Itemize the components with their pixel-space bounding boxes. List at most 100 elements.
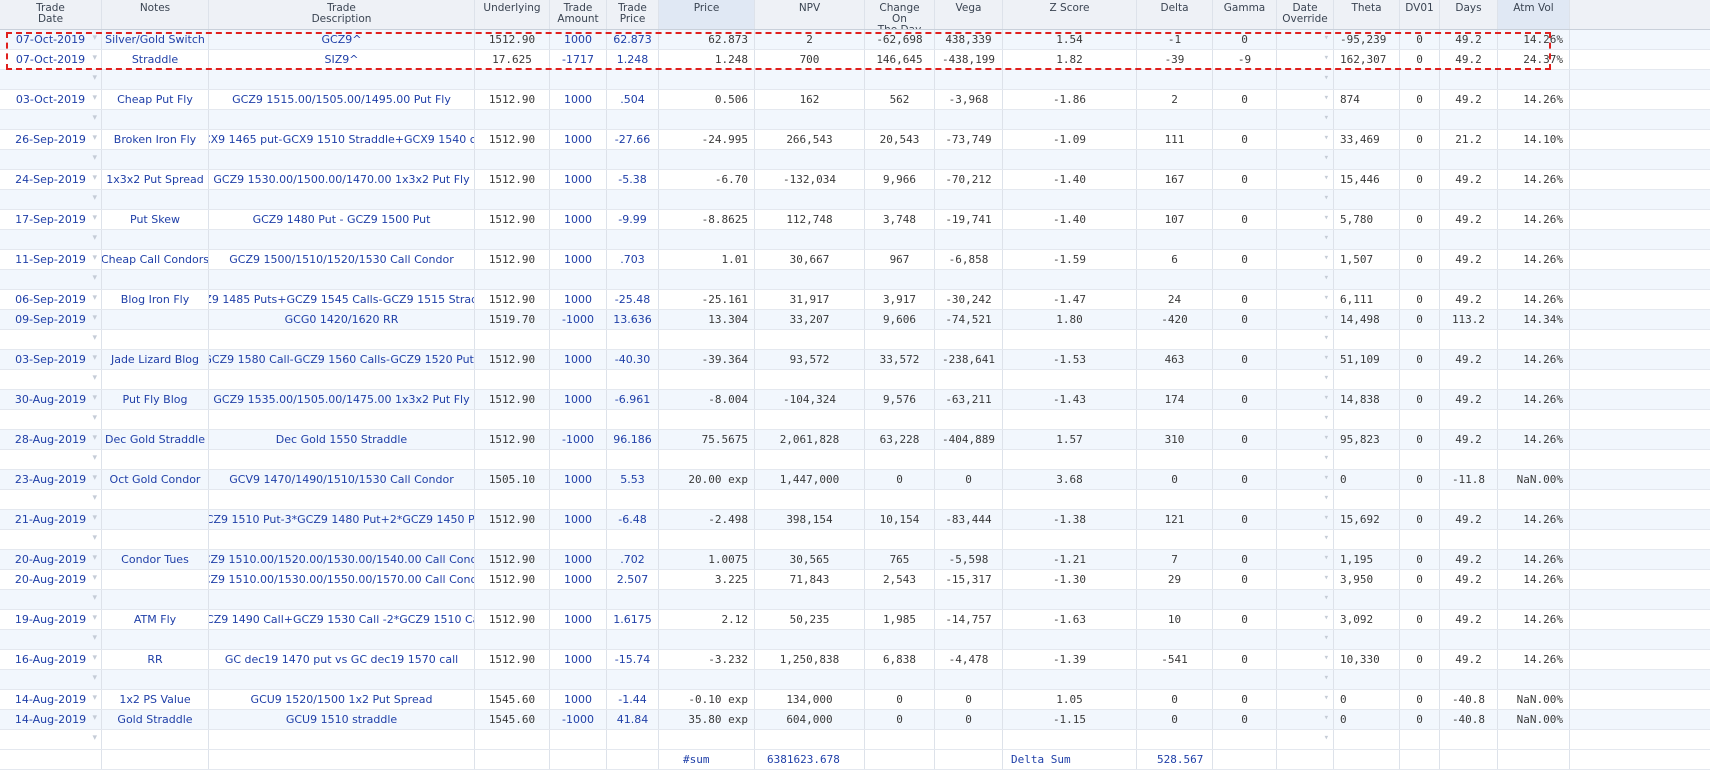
cell-change-on-day[interactable]: 765 <box>865 550 935 569</box>
cell-underlying[interactable] <box>475 270 550 289</box>
cell-date-override[interactable] <box>1277 310 1334 329</box>
cell-change-on-day[interactable] <box>865 270 935 289</box>
cell-trade-date[interactable]: 03-Oct-2019 <box>0 90 102 109</box>
cell-gamma[interactable]: 0 <box>1213 510 1277 529</box>
cell-vega[interactable] <box>935 230 1003 249</box>
cell-trade-description[interactable] <box>209 590 475 609</box>
empty-row[interactable] <box>0 630 1710 650</box>
cell-change-on-day[interactable] <box>865 110 935 129</box>
cell-change-on-day[interactable] <box>865 450 935 469</box>
cell-trade-amount[interactable]: 1000 <box>550 90 607 109</box>
table-row[interactable]: 06-Sep-2019Blog Iron FlyGCZ9 1485 Puts+G… <box>0 290 1710 310</box>
column-header-delta[interactable]: Delta <box>1137 0 1213 29</box>
cell-theta[interactable] <box>1334 330 1400 349</box>
table-row[interactable]: 14-Aug-20191x2 PS ValueGCU9 1520/1500 1x… <box>0 690 1710 710</box>
cell-trade-amount[interactable] <box>550 230 607 249</box>
cell-trade-price[interactable]: .504 <box>607 90 659 109</box>
cell-notes[interactable]: 1x3x2 Put Spread <box>102 170 209 189</box>
cell-underlying[interactable] <box>475 410 550 429</box>
cell-gamma[interactable]: 0 <box>1213 90 1277 109</box>
cell-z-score[interactable]: -1.59 <box>1003 250 1137 269</box>
cell-z-score[interactable]: -1.47 <box>1003 290 1137 309</box>
cell-delta[interactable] <box>1137 150 1213 169</box>
cell-trade-price[interactable]: 5.53 <box>607 470 659 489</box>
cell-npv[interactable] <box>755 670 865 689</box>
cell-trade-date[interactable]: 07-Oct-2019 <box>0 50 102 69</box>
cell-trade-price[interactable]: 2.507 <box>607 570 659 589</box>
cell-dv01[interactable]: 0 <box>1400 170 1440 189</box>
column-header-trade-price[interactable]: Trade Price <box>607 0 659 29</box>
cell-date-override[interactable] <box>1277 30 1334 49</box>
cell-notes[interactable]: ATM Fly <box>102 610 209 629</box>
cell-trade-description[interactable]: GCZ9 1485 Puts+GCZ9 1545 Calls-GCZ9 1515… <box>209 290 475 309</box>
cell-dv01[interactable]: 0 <box>1400 30 1440 49</box>
column-header-price[interactable]: Price <box>659 0 755 29</box>
cell-gamma[interactable] <box>1213 410 1277 429</box>
column-header-z-score[interactable]: Z Score <box>1003 0 1137 29</box>
cell-trade-description[interactable]: GCZ9 1500/1510/1520/1530 Call Condor <box>209 250 475 269</box>
cell-date-override[interactable] <box>1277 230 1334 249</box>
cell-trade-price[interactable]: 41.84 <box>607 710 659 729</box>
cell-trade-price[interactable]: 96.186 <box>607 430 659 449</box>
cell-underlying[interactable] <box>475 730 550 749</box>
cell-trade-description[interactable]: Dec Gold 1550 Straddle <box>209 430 475 449</box>
cell-change-on-day[interactable] <box>865 190 935 209</box>
cell-trade-description[interactable]: GCZ9 1480 Put - GCZ9 1500 Put <box>209 210 475 229</box>
cell-days[interactable]: 21.2 <box>1440 130 1498 149</box>
cell-npv[interactable] <box>755 190 865 209</box>
cell-npv[interactable]: 2 <box>755 30 865 49</box>
cell-trade-description[interactable]: GCZ9 1510.00/1520.00/1530.00/1540.00 Cal… <box>209 550 475 569</box>
cell-trade-date[interactable] <box>0 330 102 349</box>
cell-trade-description[interactable]: GCZ9 1580 Call-GCZ9 1560 Calls-GCZ9 1520… <box>209 350 475 369</box>
cell-trade-amount[interactable]: 1000 <box>550 390 607 409</box>
cell-npv[interactable]: 134,000 <box>755 690 865 709</box>
cell-vega[interactable]: -83,444 <box>935 510 1003 529</box>
cell-change-on-day[interactable]: 63,228 <box>865 430 935 449</box>
cell-date-override[interactable] <box>1277 390 1334 409</box>
cell-dv01[interactable]: 0 <box>1400 310 1440 329</box>
cell-days[interactable] <box>1440 230 1498 249</box>
cell-days[interactable]: 49.2 <box>1440 30 1498 49</box>
table-row[interactable]: 21-Aug-2019 GCZ9 1510 Put-3*GCZ9 1480 Put… <box>0 510 1710 530</box>
cell-dv01[interactable] <box>1400 230 1440 249</box>
cell-trade-date[interactable] <box>0 530 102 549</box>
cell-dv01[interactable]: 0 <box>1400 690 1440 709</box>
cell-underlying[interactable]: 1512.90 <box>475 510 550 529</box>
cell-theta[interactable]: -95,239 <box>1334 30 1400 49</box>
cell-trade-amount[interactable]: 1000 <box>550 210 607 229</box>
cell-trade-description[interactable] <box>209 530 475 549</box>
cell-days[interactable] <box>1440 110 1498 129</box>
cell-vega[interactable] <box>935 330 1003 349</box>
cell-days[interactable]: 49.2 <box>1440 610 1498 629</box>
cell-npv[interactable] <box>755 110 865 129</box>
cell-change-on-day[interactable]: 0 <box>865 710 935 729</box>
cell-trade-amount[interactable] <box>550 730 607 749</box>
cell-underlying[interactable] <box>475 490 550 509</box>
cell-trade-amount[interactable]: -1000 <box>550 430 607 449</box>
cell-delta[interactable]: 29 <box>1137 570 1213 589</box>
table-row[interactable]: 20-Aug-2019Condor TuesGCZ9 1510.00/1520.… <box>0 550 1710 570</box>
cell-gamma[interactable]: 0 <box>1213 210 1277 229</box>
cell-npv[interactable]: 1,250,838 <box>755 650 865 669</box>
cell-z-score[interactable] <box>1003 110 1137 129</box>
cell-z-score[interactable] <box>1003 330 1137 349</box>
cell-days[interactable]: 49.2 <box>1440 90 1498 109</box>
cell-z-score[interactable] <box>1003 370 1137 389</box>
cell-vega[interactable]: -30,242 <box>935 290 1003 309</box>
cell-z-score[interactable]: -1.30 <box>1003 570 1137 589</box>
cell-theta[interactable] <box>1334 590 1400 609</box>
cell-underlying[interactable]: 17.625 <box>475 50 550 69</box>
cell-days[interactable] <box>1440 670 1498 689</box>
cell-trade-price[interactable] <box>607 150 659 169</box>
cell-trade-price[interactable]: 62.873 <box>607 30 659 49</box>
cell-underlying[interactable] <box>475 330 550 349</box>
cell-npv[interactable] <box>755 530 865 549</box>
cell-trade-price[interactable]: 13.636 <box>607 310 659 329</box>
cell-delta[interactable] <box>1137 330 1213 349</box>
cell-trade-amount[interactable]: -1000 <box>550 310 607 329</box>
cell-z-score[interactable] <box>1003 270 1137 289</box>
cell-dv01[interactable]: 0 <box>1400 470 1440 489</box>
cell-notes[interactable] <box>102 230 209 249</box>
column-header-npv[interactable]: NPV <box>755 0 865 29</box>
cell-theta[interactable]: 5,780 <box>1334 210 1400 229</box>
